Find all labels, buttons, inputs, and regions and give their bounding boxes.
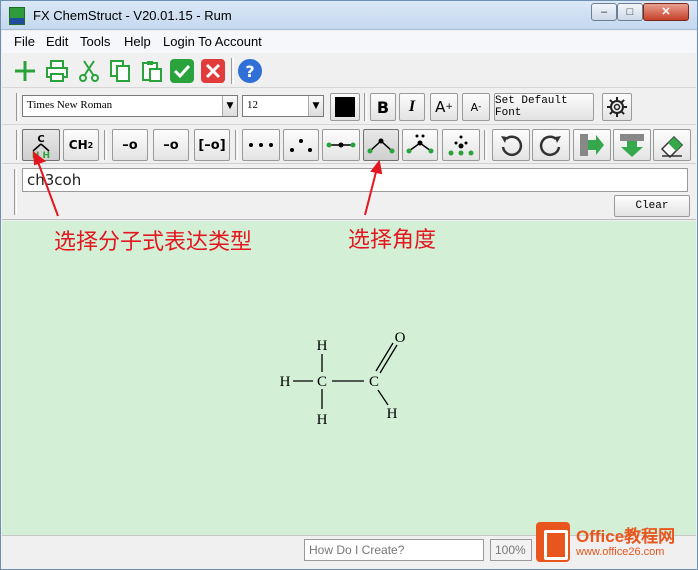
subscript-button[interactable]: A- xyxy=(462,93,490,121)
condensed-label: CH xyxy=(68,138,88,152)
subscript-label: A xyxy=(470,100,479,114)
chevron-down-icon[interactable]: ▼ xyxy=(308,96,323,116)
atom-h-left: H xyxy=(280,374,291,390)
minimize-button[interactable]: – xyxy=(591,3,617,21)
italic-button[interactable]: I xyxy=(399,93,425,121)
chevron-down-icon[interactable]: ▼ xyxy=(222,96,237,116)
app-window: FX ChemStruct - V20.01.15 - Rum – □ ✕ Fi… xyxy=(0,0,698,570)
condensed-sub: 2 xyxy=(87,140,94,150)
menu-help[interactable]: Help xyxy=(124,34,151,49)
expanded-bottom-label: H H xyxy=(32,151,50,159)
color-picker-button[interactable] xyxy=(330,93,360,121)
rotate-left-icon[interactable] xyxy=(492,129,530,161)
svg-text:?: ? xyxy=(245,62,254,81)
watermark: Office教程网 www.office26.com xyxy=(536,518,696,568)
color-swatch xyxy=(335,97,355,117)
bracket-o-button[interactable]: [–o] xyxy=(194,129,230,161)
superscript-label: A xyxy=(435,98,446,116)
atom-h-top: H xyxy=(317,338,328,354)
arrow-down-icon[interactable] xyxy=(613,129,651,161)
gear-icon[interactable] xyxy=(602,93,632,121)
main-toolbar: ? xyxy=(2,54,696,88)
menu-edit[interactable]: Edit xyxy=(46,34,68,49)
help-icon[interactable]: ? xyxy=(236,57,264,85)
print-icon[interactable] xyxy=(43,57,71,85)
superscript-button[interactable]: A + xyxy=(430,93,458,121)
title-bar: FX ChemStruct - V20.01.15 - Rum – □ ✕ xyxy=(1,1,697,30)
condensed-formula-button[interactable]: CH 2 xyxy=(63,129,99,161)
menu-login[interactable]: Login To Account xyxy=(163,34,262,49)
toolbar-grip xyxy=(16,130,19,160)
watermark-url: www.office26.com xyxy=(576,546,665,558)
toolbar-grip xyxy=(104,130,107,160)
atom-c-carbonyl: C xyxy=(369,374,379,390)
straight-angle-button[interactable] xyxy=(322,129,360,161)
close-button[interactable]: ✕ xyxy=(643,3,689,21)
toolbar-grip xyxy=(364,93,367,121)
annotation-formula-type: 选择分子式表达类型 xyxy=(54,230,253,255)
maximize-button[interactable]: □ xyxy=(617,3,643,21)
watermark-title: Office教程网 xyxy=(576,527,676,546)
atom-h-aldehyde: H xyxy=(387,406,398,422)
menu-bar: File Edit Tools Help Login To Account xyxy=(2,31,696,53)
cancel-icon[interactable] xyxy=(199,57,227,85)
annotation-angle: 选择角度 xyxy=(348,228,437,253)
structure-toolbar: C H H CH 2 –o –o [–o] xyxy=(2,126,696,164)
toolbar-grip xyxy=(235,130,238,160)
bent-dotted-angle-button[interactable] xyxy=(402,129,438,161)
set-default-font-button[interactable]: Set Default Font xyxy=(494,93,594,121)
menu-tools[interactable]: Tools xyxy=(80,34,110,49)
bond-c-h-aldehyde xyxy=(377,389,389,406)
menu-file[interactable]: File xyxy=(14,34,35,49)
clear-button[interactable]: Clear xyxy=(614,195,690,217)
atom-h-bottom: H xyxy=(317,412,328,428)
font-toolbar: Times New Roman ▼ 12 ▼ B I A + A- Set Def… xyxy=(2,89,696,125)
dots-linear-button[interactable] xyxy=(242,129,280,161)
pyramid-angle-button[interactable] xyxy=(442,129,480,161)
structure-canvas[interactable]: H H H C C O H xyxy=(2,221,696,535)
molecule-drawing: H H H C C O H xyxy=(280,330,406,428)
toolbar-separator xyxy=(231,58,234,84)
paste-icon[interactable] xyxy=(138,57,166,85)
copy-icon[interactable] xyxy=(106,57,134,85)
add-icon[interactable] xyxy=(11,57,39,85)
font-family-value: Times New Roman xyxy=(27,99,113,111)
atom-o: O xyxy=(395,330,406,346)
check-icon[interactable] xyxy=(168,57,196,85)
formula-input-row: Clear xyxy=(2,165,696,220)
office-logo-icon xyxy=(536,522,570,562)
zoom-level: 100% xyxy=(490,539,532,561)
bond-minus-o-button[interactable]: –o xyxy=(153,129,189,161)
how-do-i-create-field[interactable]: How Do I Create? xyxy=(304,539,484,561)
bond-o-button[interactable]: –o xyxy=(112,129,148,161)
dots-angle-button[interactable] xyxy=(283,129,319,161)
toolbar-grip xyxy=(16,93,19,121)
toolbar-grip xyxy=(484,130,487,160)
atom-c-methyl: C xyxy=(317,374,327,390)
font-size-select[interactable]: 12 ▼ xyxy=(242,95,324,117)
rotate-right-icon[interactable] xyxy=(532,129,570,161)
expanded-formula-button[interactable]: C H H xyxy=(22,129,60,161)
window-title: FX ChemStruct - V20.01.15 - Rum xyxy=(33,8,232,23)
arrow-right-icon[interactable] xyxy=(573,129,611,161)
expanded-top-label: C xyxy=(37,134,44,145)
app-logo-icon xyxy=(9,7,25,25)
font-size-value: 12 xyxy=(247,99,258,111)
bold-button[interactable]: B xyxy=(370,93,396,121)
cut-icon[interactable] xyxy=(75,57,103,85)
formula-input[interactable] xyxy=(22,168,688,192)
font-family-select[interactable]: Times New Roman ▼ xyxy=(22,95,238,117)
eraser-icon[interactable] xyxy=(653,129,691,161)
bent-angle-button[interactable] xyxy=(363,129,399,161)
toolbar-grip xyxy=(14,169,17,215)
